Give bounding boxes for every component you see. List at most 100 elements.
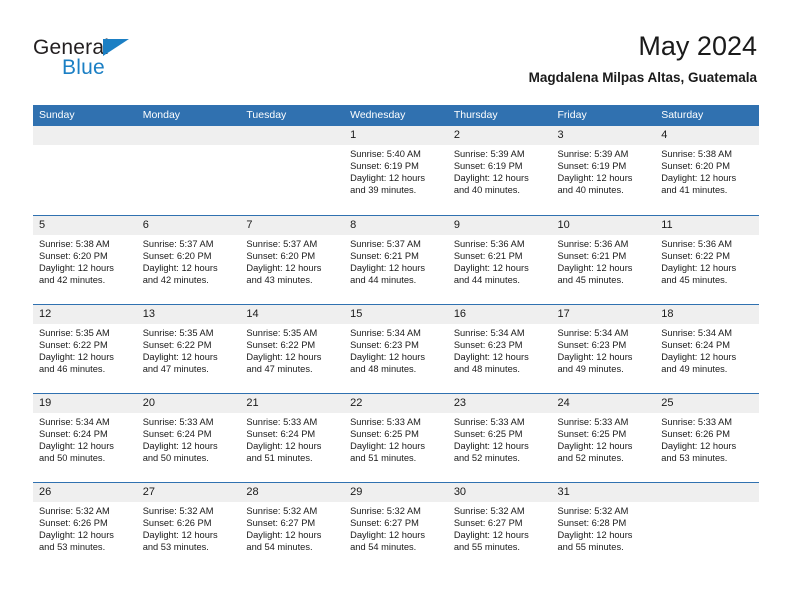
daylight-text-line2: and 51 minutes.	[350, 453, 417, 464]
daylight-text-line2: and 55 minutes.	[453, 542, 520, 553]
day-details: Sunrise: 5:32 AM Sunset: 6:28 PM Daylight:…	[552, 502, 656, 553]
daylight-text-line2: and 54 minutes.	[350, 542, 417, 553]
weekday-header-sunday: Sunday	[39, 109, 75, 121]
daylight-text-line2: and 48 minutes.	[453, 364, 520, 375]
calendar-day-cell[interactable]: 28 Sunrise: 5:32 AM Sunset: 6:27 PM Dayligh…	[240, 483, 345, 571]
calendar-day-cell[interactable]: 11 Sunrise: 5:36 AM Sunset: 6:22 PM Dayligh…	[655, 216, 759, 304]
calendar-day-cell[interactable]: 23 Sunrise: 5:33 AM Sunset: 6:25 PM Dayligh…	[447, 394, 552, 482]
calendar-day-cell[interactable]: 4 Sunrise: 5:38 AM Sunset: 6:20 PM Daylight…	[655, 126, 759, 215]
sunrise-text: Sunrise: 5:35 AM	[39, 328, 110, 338]
daylight-text-line2: and 43 minutes.	[246, 275, 313, 286]
daylight-text-line1: Daylight: 12 hours	[142, 352, 218, 363]
calendar-week-row: 26 Sunrise: 5:32 AM Sunset: 6:26 PM Dayligh…	[33, 482, 759, 571]
calendar-day-cell[interactable]: 12 Sunrise: 5:35 AM Sunset: 6:22 PM Dayligh…	[33, 305, 137, 393]
daylight-text-line1: Daylight: 12 hours	[142, 263, 218, 274]
sunrise-text: Sunrise: 5:34 AM	[557, 328, 629, 338]
general-blue-logo[interactable]: General Blue	[33, 36, 153, 84]
sunrise-text: Sunrise: 5:32 AM	[246, 506, 318, 516]
calendar-day-cell[interactable]: 24 Sunrise: 5:33 AM Sunset: 6:25 PM Dayligh…	[551, 394, 656, 482]
daylight-text-line1: Daylight: 12 hours	[453, 173, 529, 184]
day-number: 7	[240, 216, 345, 235]
day-details: Sunrise: 5:33 AM Sunset: 6:24 PM Daylight:…	[137, 413, 241, 464]
sunset-text: Sunset: 6:26 PM	[39, 518, 108, 529]
calendar-day-cell[interactable]: 17 Sunrise: 5:34 AM Sunset: 6:23 PM Dayligh…	[551, 305, 656, 393]
daylight-text-line2: and 44 minutes.	[350, 275, 417, 286]
daylight-text-line2: and 45 minutes.	[661, 275, 728, 286]
daylight-text-line2: and 44 minutes.	[453, 275, 520, 286]
calendar-day-cell[interactable]: 9 Sunrise: 5:36 AM Sunset: 6:21 PM Daylight…	[447, 216, 552, 304]
calendar-day-cell[interactable]: 7 Sunrise: 5:37 AM Sunset: 6:20 PM Daylight…	[240, 216, 345, 304]
day-number: 12	[33, 305, 137, 324]
daylight-text-line2: and 50 minutes.	[39, 453, 106, 464]
daylight-text-line2: and 52 minutes.	[557, 453, 624, 464]
sunrise-text: Sunrise: 5:37 AM	[142, 239, 214, 249]
sunset-text: Sunset: 6:23 PM	[557, 340, 627, 351]
calendar-day-cell[interactable]: 18 Sunrise: 5:34 AM Sunset: 6:24 PM Dayligh…	[655, 305, 759, 393]
calendar-day-cell[interactable]: 25 Sunrise: 5:33 AM Sunset: 6:26 PM Dayligh…	[655, 394, 759, 482]
sunrise-text: Sunrise: 5:32 AM	[453, 506, 525, 516]
calendar-day-cell[interactable]: 1 Sunrise: 5:40 AM Sunset: 6:19 PM Daylight…	[344, 126, 448, 215]
calendar-day-cell[interactable]: 21 Sunrise: 5:33 AM Sunset: 6:24 PM Dayligh…	[240, 394, 345, 482]
daylight-text-line2: and 42 minutes.	[142, 275, 209, 286]
daylight-text-line1: Daylight: 12 hours	[142, 530, 218, 541]
day-details: Sunrise: 5:34 AM Sunset: 6:23 PM Daylight:…	[344, 324, 448, 375]
calendar-day-cell[interactable]: 22 Sunrise: 5:33 AM Sunset: 6:25 PM Dayligh…	[344, 394, 448, 482]
daylight-text-line2: and 47 minutes.	[142, 364, 209, 375]
sunrise-text: Sunrise: 5:32 AM	[350, 506, 421, 516]
day-number: 21	[240, 394, 345, 413]
day-details: Sunrise: 5:34 AM Sunset: 6:23 PM Daylight:…	[448, 324, 552, 375]
sunrise-text: Sunrise: 5:37 AM	[246, 239, 318, 249]
daylight-text-line2: and 53 minutes.	[142, 542, 209, 553]
page-title: May 2024	[638, 31, 757, 61]
calendar-day-cell[interactable]: 5 Sunrise: 5:38 AM Sunset: 6:20 PM Daylight…	[33, 216, 137, 304]
daylight-text-line2: and 40 minutes.	[453, 185, 520, 196]
calendar-day-cell[interactable]: 8 Sunrise: 5:37 AM Sunset: 6:21 PM Daylight…	[344, 216, 448, 304]
day-number: 18	[655, 305, 759, 324]
calendar-day-cell[interactable]: 19 Sunrise: 5:34 AM Sunset: 6:24 PM Dayligh…	[33, 394, 137, 482]
day-details: Sunrise: 5:39 AM Sunset: 6:19 PM Daylight:…	[448, 145, 552, 196]
day-details: Sunrise: 5:32 AM Sunset: 6:27 PM Daylight:…	[448, 502, 552, 553]
daylight-text-line1: Daylight: 12 hours	[39, 530, 114, 541]
sunset-text: Sunset: 6:22 PM	[142, 340, 212, 351]
sunset-text: Sunset: 6:24 PM	[142, 429, 212, 440]
sunrise-text: Sunrise: 5:39 AM	[557, 149, 629, 159]
day-details: Sunrise: 5:33 AM Sunset: 6:26 PM Daylight:…	[655, 413, 759, 464]
calendar-day-cell[interactable]: 26 Sunrise: 5:32 AM Sunset: 6:26 PM Dayligh…	[33, 483, 137, 571]
sunset-text: Sunset: 6:24 PM	[661, 340, 730, 351]
calendar-day-cell[interactable]: 3 Sunrise: 5:39 AM Sunset: 6:19 PM Daylight…	[551, 126, 656, 215]
day-details: Sunrise: 5:34 AM Sunset: 6:24 PM Daylight:…	[655, 324, 759, 375]
day-details: Sunrise: 5:32 AM Sunset: 6:27 PM Daylight:…	[344, 502, 448, 553]
calendar-day-cell[interactable]: 27 Sunrise: 5:32 AM Sunset: 6:26 PM Dayligh…	[136, 483, 241, 571]
day-number: 26	[33, 483, 137, 502]
calendar-day-cell[interactable]: 15 Sunrise: 5:34 AM Sunset: 6:23 PM Dayligh…	[344, 305, 448, 393]
daylight-text-line2: and 40 minutes.	[557, 185, 624, 196]
calendar-day-cell[interactable]: 31 Sunrise: 5:32 AM Sunset: 6:28 PM Dayligh…	[551, 483, 656, 571]
day-number: 4	[655, 126, 759, 145]
calendar-day-cell[interactable]: 29 Sunrise: 5:32 AM Sunset: 6:27 PM Dayligh…	[344, 483, 448, 571]
sunset-text: Sunset: 6:25 PM	[350, 429, 419, 440]
calendar-day-cell[interactable]: 10 Sunrise: 5:36 AM Sunset: 6:21 PM Dayligh…	[551, 216, 656, 304]
calendar-day-cell[interactable]: 13 Sunrise: 5:35 AM Sunset: 6:22 PM Dayligh…	[136, 305, 241, 393]
calendar-day-cell[interactable]: 2 Sunrise: 5:39 AM Sunset: 6:19 PM Daylight…	[447, 126, 552, 215]
daylight-text-line2: and 39 minutes.	[350, 185, 417, 196]
day-details: Sunrise: 5:35 AM Sunset: 6:22 PM Daylight:…	[33, 324, 137, 375]
page-subtitle: Magdalena Milpas Altas, Guatemala	[528, 70, 757, 85]
calendar-day-cell[interactable]: 16 Sunrise: 5:34 AM Sunset: 6:23 PM Dayligh…	[447, 305, 552, 393]
calendar-day-cell[interactable]: 14 Sunrise: 5:35 AM Sunset: 6:22 PM Dayligh…	[240, 305, 345, 393]
calendar-day-cell[interactable]: 30 Sunrise: 5:32 AM Sunset: 6:27 PM Dayligh…	[447, 483, 552, 571]
day-details: Sunrise: 5:33 AM Sunset: 6:25 PM Daylight:…	[448, 413, 552, 464]
daylight-text-line2: and 53 minutes.	[39, 542, 106, 553]
calendar-day-cell[interactable]: 6 Sunrise: 5:37 AM Sunset: 6:20 PM Daylight…	[136, 216, 241, 304]
calendar-day-cell[interactable]: 20 Sunrise: 5:33 AM Sunset: 6:24 PM Dayligh…	[136, 394, 241, 482]
daylight-text-line2: and 54 minutes.	[246, 542, 313, 553]
sunset-text: Sunset: 6:22 PM	[39, 340, 108, 351]
daylight-text-line1: Daylight: 12 hours	[246, 441, 322, 452]
day-number	[33, 126, 137, 145]
sunrise-text: Sunrise: 5:34 AM	[453, 328, 525, 338]
daylight-text-line1: Daylight: 12 hours	[661, 263, 737, 274]
daylight-text-line1: Daylight: 12 hours	[453, 352, 529, 363]
daylight-text-line1: Daylight: 12 hours	[453, 530, 529, 541]
sunrise-text: Sunrise: 5:34 AM	[661, 328, 733, 338]
day-number: 24	[551, 394, 656, 413]
day-details: Sunrise: 5:38 AM Sunset: 6:20 PM Daylight:…	[33, 235, 137, 286]
